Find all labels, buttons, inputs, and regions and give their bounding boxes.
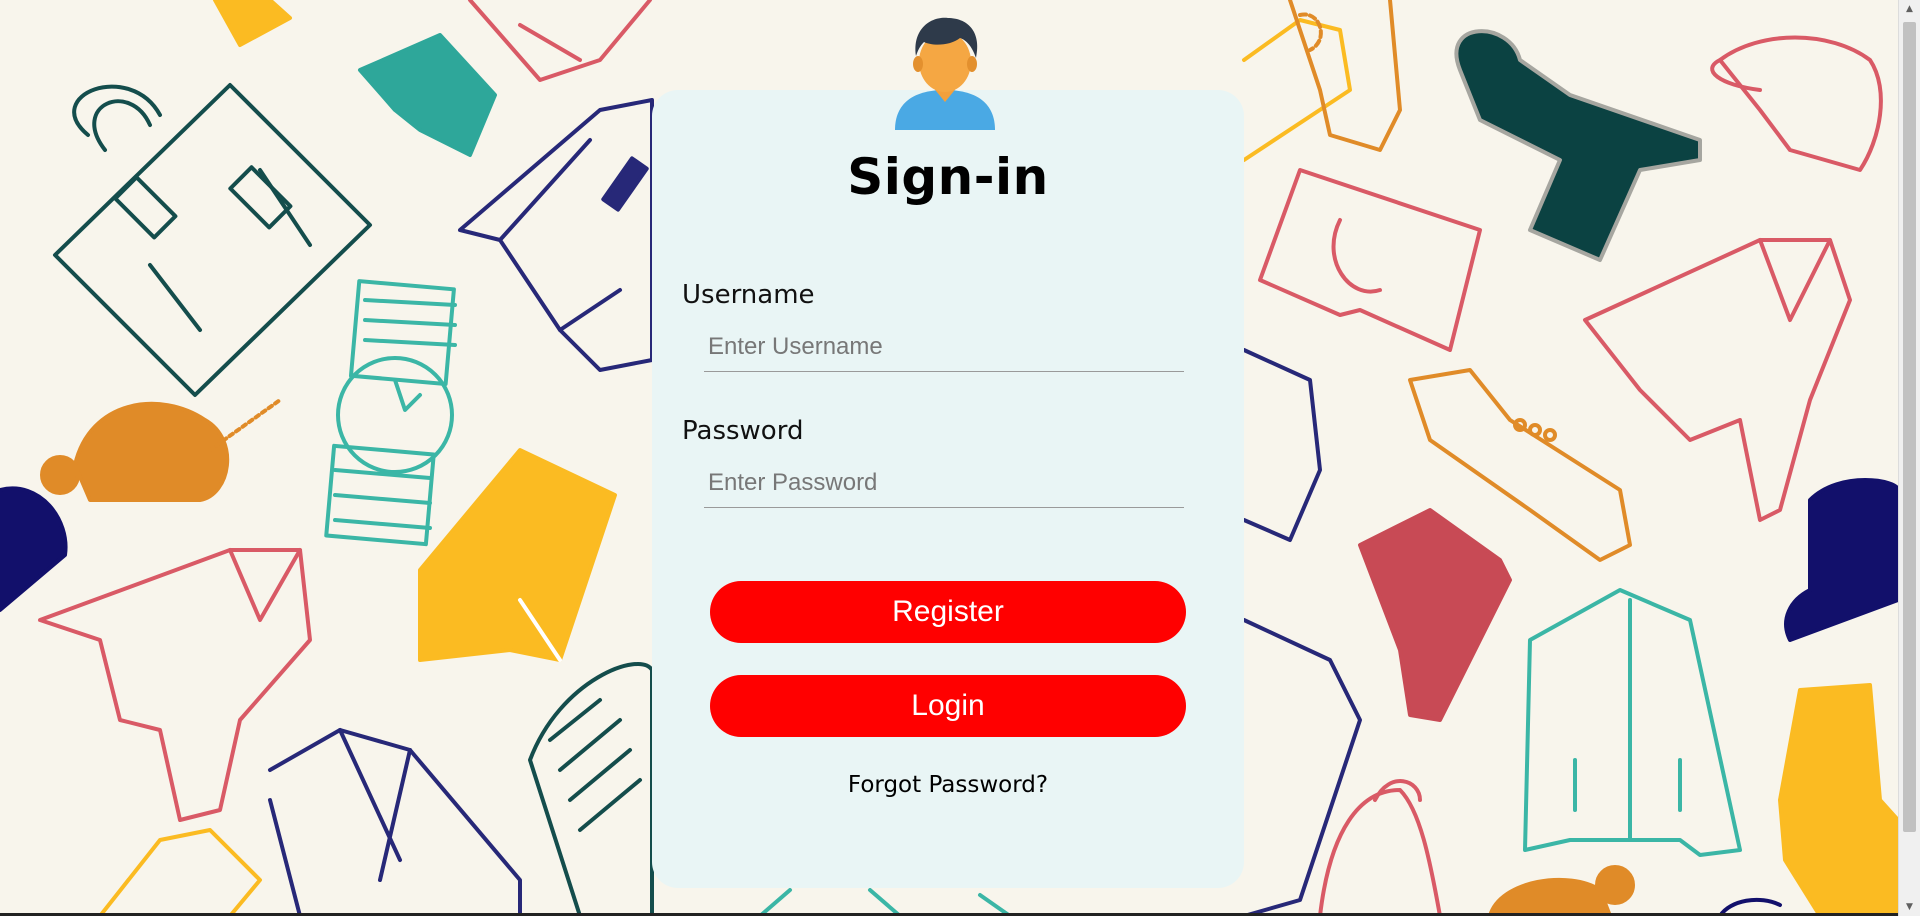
- pink-shorts-icon: [1258, 168, 1482, 352]
- password-label: Password: [682, 416, 804, 446]
- navy-blazer-icon: [268, 728, 522, 916]
- red-sock-icon: [1358, 508, 1512, 722]
- briefcase-icon: [53, 83, 372, 397]
- navy-cap-icon: [1784, 478, 1898, 642]
- pink-hat-icon: [1318, 779, 1442, 916]
- navy-blazer-icon: [458, 98, 654, 372]
- pink-cap-icon: [1710, 35, 1883, 172]
- yellow-striped-shirt-icon: [418, 448, 617, 662]
- register-button[interactable]: Register: [710, 581, 1186, 643]
- username-label: Username: [682, 280, 815, 310]
- green-hoodie-icon: [1454, 29, 1702, 262]
- teal-jacket-icon: [1523, 588, 1742, 857]
- login-button[interactable]: Login: [710, 675, 1186, 737]
- pink-jacket-icon: [468, 0, 652, 82]
- scrollbar-thumb[interactable]: [1903, 22, 1916, 832]
- yellow-shirt-icon: [98, 828, 262, 916]
- orange-beanie-icon: [40, 398, 282, 502]
- navy-cap-icon: [0, 486, 68, 612]
- watch-icon: [324, 279, 457, 547]
- yellow-shoe-icon: [1778, 683, 1898, 916]
- orange-beanie-icon: [1488, 865, 1635, 916]
- yellow-item-icon: [213, 0, 292, 47]
- teal-cap-icon: [358, 33, 497, 157]
- scroll-down-arrow-icon[interactable]: ▼: [1899, 898, 1920, 916]
- scroll-up-arrow-icon[interactable]: ▲: [1899, 0, 1920, 18]
- user-avatar-icon: [895, 17, 995, 130]
- password-input[interactable]: [704, 458, 1184, 508]
- pink-jacket-icon: [38, 548, 312, 822]
- green-sweater-icon: [528, 662, 654, 916]
- pink-jacket-icon: [1583, 238, 1852, 522]
- yellow-jacket-icon: [1242, 18, 1352, 162]
- vertical-scrollbar[interactable]: ▲ ▼: [1898, 0, 1920, 916]
- forgot-password-link[interactable]: Forgot Password?: [652, 772, 1244, 798]
- page-title: Sign-in: [847, 148, 1049, 206]
- username-input[interactable]: [704, 322, 1184, 372]
